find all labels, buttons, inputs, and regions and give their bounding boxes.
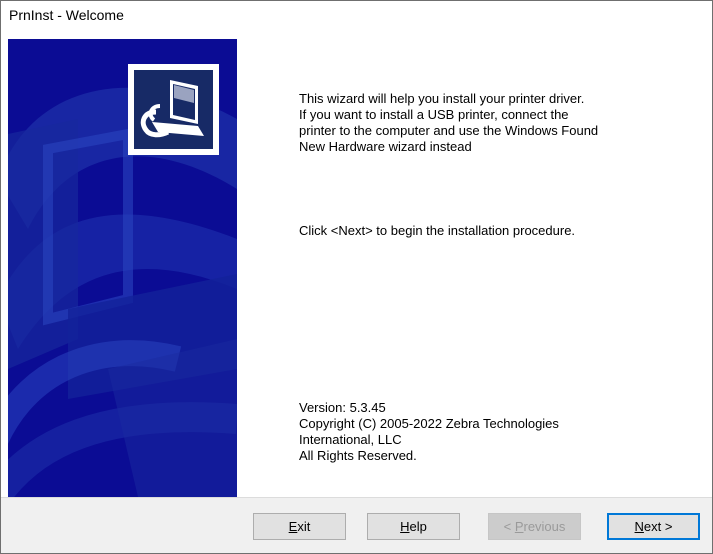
title-bar[interactable]: PrnInst - Welcome xyxy=(1,1,712,31)
help-label: elp xyxy=(409,519,427,534)
exit-button[interactable]: Exit xyxy=(253,513,346,540)
version-label: Version: 5.3.45 xyxy=(299,400,386,415)
previous-prefix: < xyxy=(503,519,515,534)
copyright-line: All Rights Reserved. xyxy=(299,448,417,463)
intro-text: This wizard will help you install your p… xyxy=(299,91,598,155)
intro-line: If you want to install a USB printer, co… xyxy=(299,107,569,122)
previous-label: revious xyxy=(523,519,566,534)
version-info: Version: 5.3.45 Copyright (C) 2005-2022 … xyxy=(299,400,559,464)
intro-line: This wizard will help you install your p… xyxy=(299,91,585,106)
previous-button[interactable]: < Previous xyxy=(488,513,581,540)
wizard-content: This wizard will help you install your p… xyxy=(237,39,712,497)
next-mnemonic: N xyxy=(634,519,644,534)
help-button[interactable]: Help xyxy=(367,513,460,540)
printer-install-icon xyxy=(128,64,219,155)
previous-mnemonic: P xyxy=(514,519,524,534)
intro-line: printer to the computer and use the Wind… xyxy=(299,123,599,138)
help-mnemonic: H xyxy=(400,519,410,534)
exit-label: xit xyxy=(297,519,311,534)
copyright-line: Copyright (C) 2005-2022 Zebra Technologi… xyxy=(299,416,559,431)
copyright-line: International, LLC xyxy=(299,432,402,447)
instruction-text: Click <Next> to begin the installation p… xyxy=(299,223,576,238)
next-label: ext > xyxy=(643,519,673,534)
intro-line: New Hardware wizard instead xyxy=(299,139,472,154)
wizard-banner xyxy=(8,39,237,497)
button-bar: Exit Help < Previous Next > xyxy=(1,497,712,553)
next-button[interactable]: Next > xyxy=(607,513,700,540)
window-title: PrnInst - Welcome xyxy=(9,7,124,23)
exit-mnemonic: E xyxy=(288,519,298,534)
wizard-window: PrnInst - Welcome This wizard will help … xyxy=(0,0,713,554)
